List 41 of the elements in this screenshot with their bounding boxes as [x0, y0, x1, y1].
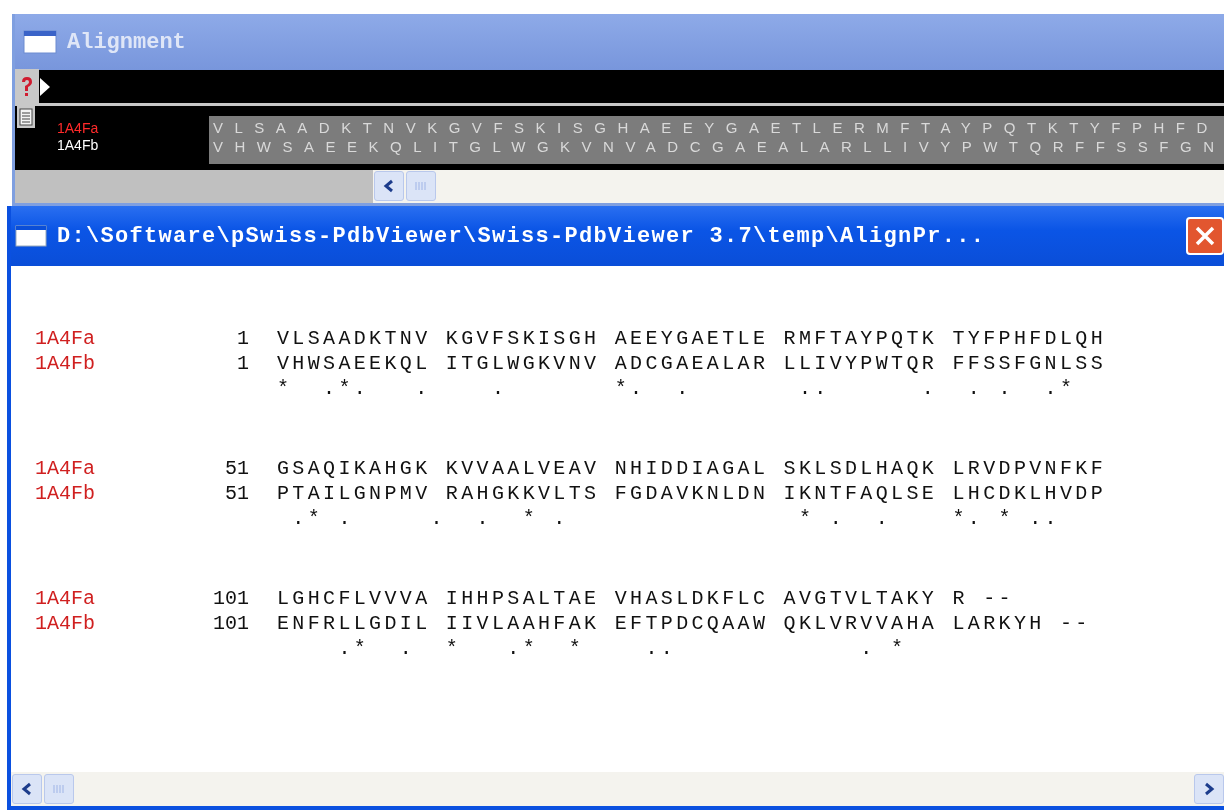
chevron-left-icon: [383, 179, 395, 193]
sequence-name: 1A4Fa: [57, 120, 99, 136]
scroll-right-button[interactable]: [1194, 774, 1224, 804]
triangle-icon[interactable]: [39, 75, 51, 98]
sequence-residues: VHWSAEEKQLITGLWGKVNVADCGAEALARLLIVYPWTQRFFSSFGN: [213, 138, 1224, 155]
sequence-residues: VHWSAEEKQL ITGLWGKVNV ADCGAEALAR LLIVYPWTQR FFSSFGNLSS: [277, 351, 1106, 376]
sequence-name: 1A4Fa: [35, 456, 96, 481]
close-icon: [1193, 224, 1217, 248]
chevron-left-icon: [21, 782, 33, 796]
chevron-right-icon: [1203, 782, 1215, 796]
sequence-name: 1A4Fa: [35, 586, 96, 611]
sequence-residues: PTAILGNPMV RAHGKKVLTS FGDAVKNLDN IKNTFAQLSE LHCDKLHVDP: [277, 481, 1106, 506]
sequence-name: 1A4Fa: [35, 326, 96, 351]
conservation-line: * .*. . . *. . .. . . . .*: [277, 376, 1076, 401]
window-title: Alignment: [67, 28, 186, 57]
position-number: 101: [212, 586, 249, 611]
window-icon: [15, 225, 47, 247]
position-number: 1: [236, 326, 249, 351]
sequence-name: 1A4Fb: [57, 137, 99, 153]
scroll-left-button[interactable]: [374, 171, 404, 201]
scroll-thumb[interactable]: [406, 171, 436, 201]
position-number: 51: [224, 456, 249, 481]
sequence-residues: ENFRLLGDIL IIVLAAHFAK EFTPDCQAAW QKLVRVVAHA LARKYH --: [277, 611, 1091, 636]
close-button[interactable]: [1186, 217, 1224, 255]
conservation-line: .* . . . * . * . . *. * ..: [291, 506, 1060, 531]
sequence-residues: VLSAADKTNVKGVFSKISGHAEEYGAETLERMFTAYPQTKTYFPHFD: [213, 119, 1219, 136]
position-number: 51: [224, 481, 249, 506]
sequence-residues: LGHCFLVVVA IHHPSALTAE VHASLDKFLC AVGTVLTAKY R --: [277, 586, 1014, 611]
sequence-residues: VLSAADKTNV KGVFSKISGH AEEYGAETLE RMFTAYPQTK TYFPHFDLQH: [277, 326, 1106, 351]
list-icon[interactable]: [19, 108, 33, 127]
sequence-residues: GSAQIKAHGK KVVAALVEAV NHIDDIAGAL SKLSDLHAQK LRVDPVNFKF: [277, 456, 1106, 481]
window-icon: [23, 30, 57, 54]
sequence-name: 1A4Fb: [35, 611, 96, 636]
position-number: 101: [212, 611, 249, 636]
sequence-name: 1A4Fb: [35, 481, 96, 506]
conservation-line: .* . * .* * .. . *: [337, 636, 907, 661]
position-number: 1: [236, 351, 249, 376]
sequence-name: 1A4Fb: [35, 351, 96, 376]
window-title: D:\Software\pSwiss-PdbViewer\Swiss-PdbViewer 3.7\temp\AlignPr...: [57, 222, 986, 251]
scroll-left-button[interactable]: [12, 774, 42, 804]
scroll-thumb[interactable]: [44, 774, 74, 804]
